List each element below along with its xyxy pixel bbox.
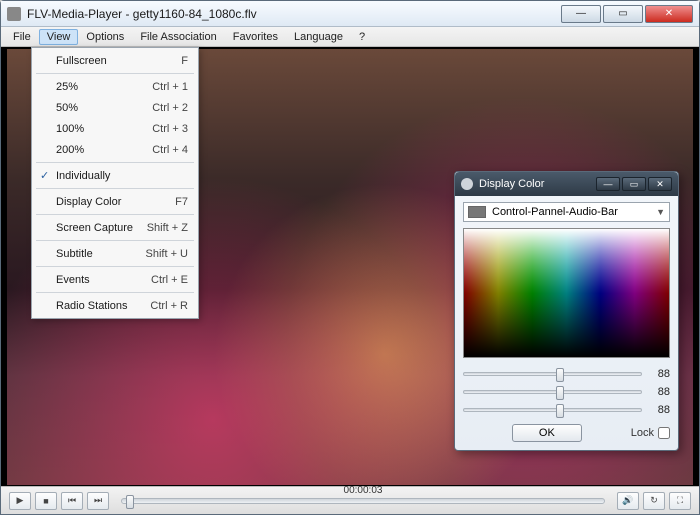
view-menu-item[interactable]: Individually <box>34 165 196 186</box>
menu-file-association[interactable]: File Association <box>132 29 224 45</box>
time-display: 00:00:03 <box>344 485 383 496</box>
menu-item-label: Individually <box>56 170 110 182</box>
view-menu-item[interactable]: Fullscreen F <box>34 50 196 71</box>
view-menu-item[interactable]: 200% Ctrl + 4 <box>34 139 196 160</box>
menubar: File View Options File Association Favor… <box>1 27 699 47</box>
view-menu-item[interactable]: Subtitle Shift + U <box>34 243 196 264</box>
menu-item-shortcut: Ctrl + 2 <box>152 102 188 114</box>
view-menu-item[interactable]: 50% Ctrl + 2 <box>34 97 196 118</box>
color-swatch-icon <box>468 206 486 218</box>
view-dropdown: Fullscreen F 25% Ctrl + 1 50% Ctrl + 2 100% Ctr… <box>31 47 199 319</box>
menu-item-shortcut: F <box>181 55 188 67</box>
lock-checkbox-input[interactable] <box>658 427 670 439</box>
app-window: FLV-Media-Player - getty1160-84_1080c.fl… <box>0 0 700 515</box>
menu-view[interactable]: View <box>39 29 79 45</box>
menu-item-shortcut: Ctrl + 4 <box>152 144 188 156</box>
window-title: FLV-Media-Player - getty1160-84_1080c.fl… <box>27 7 559 21</box>
next-button[interactable]: ⏭ <box>87 492 109 510</box>
menu-item-label: 25% <box>56 81 78 93</box>
slider-3-value: 88 <box>648 404 670 416</box>
menu-item-label: Events <box>56 274 90 286</box>
menu-item-shortcut: Ctrl + R <box>150 300 188 312</box>
menu-language[interactable]: Language <box>286 29 351 45</box>
dialog-minimize-button[interactable]: — <box>596 177 620 191</box>
lock-label: Lock <box>631 427 654 439</box>
dialog-titlebar[interactable]: Display Color — ▭ ✕ <box>455 172 678 196</box>
slider-1-value: 88 <box>648 368 670 380</box>
menu-item-label: Screen Capture <box>56 222 133 234</box>
close-button[interactable]: ✕ <box>645 5 693 23</box>
menu-file[interactable]: File <box>5 29 39 45</box>
menu-item-shortcut: Ctrl + 1 <box>152 81 188 93</box>
menu-item-label: Subtitle <box>56 248 93 260</box>
view-menu-item[interactable]: Display Color F7 <box>34 191 196 212</box>
view-menu-item[interactable]: Events Ctrl + E <box>34 269 196 290</box>
slider-1[interactable] <box>463 372 642 376</box>
menu-options[interactable]: Options <box>78 29 132 45</box>
playback-bar: ▶ ■ ⏮ ⏭ 00:00:03 🔊 ↻ ⛶ <box>1 486 699 514</box>
view-menu-item[interactable]: Radio Stations Ctrl + R <box>34 295 196 316</box>
maximize-button[interactable]: ▭ <box>603 5 643 23</box>
stop-button[interactable]: ■ <box>35 492 57 510</box>
menu-item-shortcut: Shift + Z <box>147 222 188 234</box>
menu-item-label: 50% <box>56 102 78 114</box>
menu-help[interactable]: ? <box>351 29 373 45</box>
fullscreen-button[interactable]: ⛶ <box>669 492 691 510</box>
view-menu-item[interactable]: Screen Capture Shift + Z <box>34 217 196 238</box>
seek-slider[interactable]: 00:00:03 <box>121 498 605 504</box>
menu-item-label: 200% <box>56 144 84 156</box>
slider-2[interactable] <box>463 390 642 394</box>
menu-item-shortcut: F7 <box>175 196 188 208</box>
ok-button[interactable]: OK <box>512 424 582 442</box>
view-menu-item[interactable]: 100% Ctrl + 3 <box>34 118 196 139</box>
play-button[interactable]: ▶ <box>9 492 31 510</box>
menu-item-label: Radio Stations <box>56 300 128 312</box>
slider-3[interactable] <box>463 408 642 412</box>
menu-item-label: 100% <box>56 123 84 135</box>
lock-checkbox[interactable]: Lock <box>631 427 670 439</box>
slider-2-value: 88 <box>648 386 670 398</box>
dialog-close-button[interactable]: ✕ <box>648 177 672 191</box>
color-target-value: Control-Pannel-Audio-Bar <box>492 206 618 218</box>
menu-item-label: Fullscreen <box>56 55 107 67</box>
dialog-app-icon <box>461 178 473 190</box>
color-target-select[interactable]: Control-Pannel-Audio-Bar ▼ <box>463 202 670 222</box>
menu-favorites[interactable]: Favorites <box>225 29 286 45</box>
dialog-title: Display Color <box>479 178 544 190</box>
display-color-dialog[interactable]: Display Color — ▭ ✕ Control-Pannel-Audio… <box>454 171 679 451</box>
menu-item-shortcut: Shift + U <box>146 248 189 260</box>
menu-item-shortcut: Ctrl + 3 <box>152 123 188 135</box>
app-icon <box>7 7 21 21</box>
menu-item-shortcut: Ctrl + E <box>151 274 188 286</box>
chevron-down-icon: ▼ <box>656 207 665 217</box>
color-field[interactable] <box>463 228 670 358</box>
mute-button[interactable]: 🔊 <box>617 492 639 510</box>
dialog-maximize-button[interactable]: ▭ <box>622 177 646 191</box>
repeat-button[interactable]: ↻ <box>643 492 665 510</box>
prev-button[interactable]: ⏮ <box>61 492 83 510</box>
minimize-button[interactable]: — <box>561 5 601 23</box>
titlebar[interactable]: FLV-Media-Player - getty1160-84_1080c.fl… <box>1 1 699 27</box>
menu-item-label: Display Color <box>56 196 121 208</box>
view-menu-item[interactable]: 25% Ctrl + 1 <box>34 76 196 97</box>
